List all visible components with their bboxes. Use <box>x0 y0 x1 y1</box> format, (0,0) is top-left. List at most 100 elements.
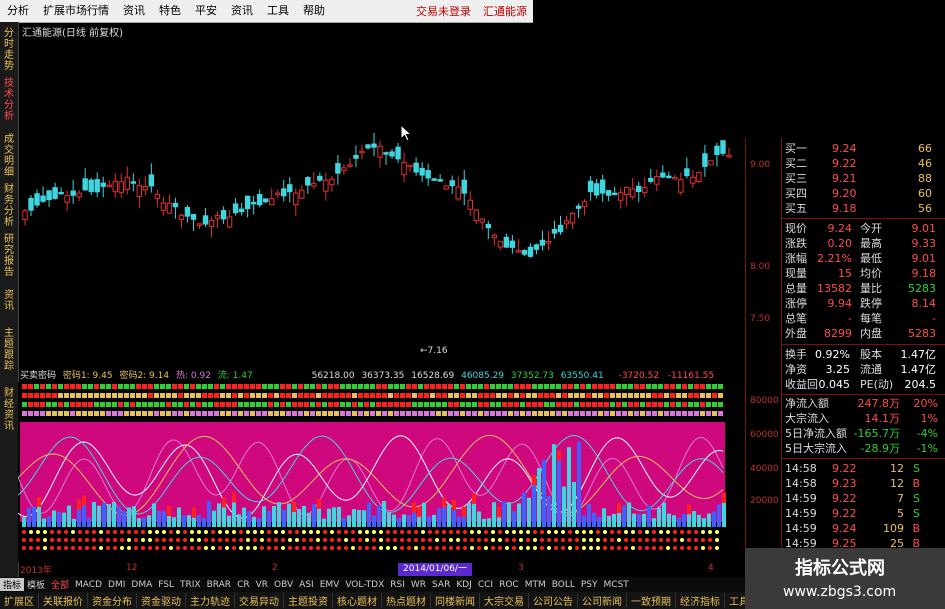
menu-features[interactable]: 特色 <box>152 0 188 22</box>
signal-dot <box>617 546 621 550</box>
side-tab-research[interactable]: 研究报告 <box>2 234 16 278</box>
side-tab-finance-news[interactable]: 财经资讯 <box>2 388 16 432</box>
signal-cell <box>598 393 603 398</box>
bottom-tab[interactable]: 大宗交易 <box>480 593 529 608</box>
indicator-tabs: 指标 模板 全部 MACD DMI DMA FSL TRIX BRAR CR VR OBV ASI EMV… <box>0 577 745 592</box>
side-tab-theme[interactable]: 主题跟踪 <box>2 328 16 372</box>
signal-cell <box>388 402 393 407</box>
signal-dot <box>435 530 439 534</box>
signal-cell <box>556 384 561 389</box>
indicator-chart[interactable] <box>18 382 745 562</box>
indicator-tab[interactable]: RSI <box>387 580 408 590</box>
signal-cell <box>550 402 555 407</box>
bottom-tab[interactable]: 交易异动 <box>235 593 284 608</box>
indicator-tab[interactable]: CR <box>234 580 253 590</box>
indicator-tab[interactable]: ROC <box>496 580 522 590</box>
indicator-tab[interactable]: ASI <box>296 580 317 590</box>
indicator-tab[interactable]: BRAR <box>204 580 234 590</box>
signal-dot <box>113 530 117 534</box>
volume-bar <box>682 514 686 527</box>
indicator-tab[interactable]: 模板 <box>24 578 48 591</box>
indicator-tab[interactable]: TRIX <box>177 580 204 590</box>
signal-cell <box>646 411 651 416</box>
indicator-tab[interactable]: WR <box>408 580 429 590</box>
indicator-tab[interactable]: MACD <box>72 580 105 590</box>
indicator-tab[interactable]: VR <box>253 580 271 590</box>
indicator-tab[interactable]: EMV <box>317 580 343 590</box>
signal-cell <box>718 411 723 416</box>
bottom-tab[interactable]: 公司公告 <box>529 593 578 608</box>
trade-login-status[interactable]: 交易未登录 <box>410 3 477 19</box>
indicator-tab[interactable]: MCST <box>601 580 632 590</box>
menu-news[interactable]: 资讯 <box>116 0 152 22</box>
menu-extended-market[interactable]: 扩展市场行情 <box>36 0 116 22</box>
volume-bar-red <box>292 501 296 512</box>
menu-tools[interactable]: 工具 <box>260 0 296 22</box>
fund-value-2: 1.47亿 <box>900 363 937 376</box>
signal-dot <box>127 530 131 534</box>
side-tab-intraday[interactable]: 分时走势 <box>2 28 16 72</box>
indicator-tab[interactable]: 全部 <box>48 578 72 591</box>
signal-dot <box>365 546 369 550</box>
signal-cell <box>130 411 135 416</box>
signal-cell <box>436 393 441 398</box>
indicator-tab[interactable]: MTM <box>522 580 549 590</box>
menu-help[interactable]: 帮助 <box>296 0 332 22</box>
bottom-tab[interactable]: 主力轨迹 <box>186 593 235 608</box>
signal-cell <box>706 384 711 389</box>
indicator-val-4: 37352.73 <box>510 371 554 381</box>
side-tab-news[interactable]: 资讯 <box>2 290 16 312</box>
signal-dot <box>190 546 194 550</box>
broker-name[interactable]: 汇通能源 <box>477 3 533 19</box>
bottom-tab[interactable]: 核心题材 <box>333 593 382 608</box>
bottom-tab[interactable]: 扩展区 <box>0 593 39 608</box>
signal-cell <box>586 393 591 398</box>
bottom-tab[interactable]: 一致预期 <box>627 593 676 608</box>
indicator-tab[interactable]: PSY <box>578 580 601 590</box>
bottom-tab[interactable]: 公司新闻 <box>578 593 627 608</box>
signal-dot <box>29 538 33 542</box>
indicator-tab[interactable]: DMI <box>105 580 128 590</box>
menu-info[interactable]: 资讯 <box>224 0 260 22</box>
indicator-tab[interactable]: VOL-TDX <box>342 580 387 590</box>
signal-cell <box>184 402 189 407</box>
flow-value: 14.1万 <box>864 412 901 425</box>
indicator-tab[interactable]: BOLL <box>549 580 578 590</box>
indicator-tab[interactable]: 指标 <box>0 578 25 591</box>
signal-cell <box>694 402 699 407</box>
candle-body <box>70 190 76 196</box>
side-tab-trades[interactable]: 成交明细 <box>2 134 16 178</box>
signal-cell <box>448 411 453 416</box>
indicator-tab[interactable]: SAR <box>429 580 453 590</box>
signal-cell <box>58 402 63 407</box>
bottom-tab[interactable]: 资金驱动 <box>137 593 186 608</box>
bottom-tab[interactable]: 同楼新闻 <box>431 593 480 608</box>
bottom-tab[interactable]: 热点题材 <box>382 593 431 608</box>
bottom-tab[interactable]: 主题投资 <box>284 593 333 608</box>
signal-cell <box>316 393 321 398</box>
menu-analysis[interactable]: 分析 <box>0 0 36 22</box>
volume-bar <box>337 506 341 527</box>
bottom-tab[interactable]: 工具 <box>725 593 745 608</box>
fund-value-2: 204.5 <box>904 378 937 391</box>
side-tab-technical[interactable]: 技术分析 <box>2 78 16 122</box>
indicator-tab[interactable]: KDJ <box>453 580 475 590</box>
indicator-tab[interactable]: CCI <box>475 580 496 590</box>
bottom-tab[interactable]: 经济指标 <box>676 593 725 608</box>
volume-bar-red <box>452 499 456 510</box>
indicator-tab[interactable]: OBV <box>271 580 296 590</box>
menu-pingan[interactable]: 平安 <box>188 0 224 22</box>
signal-cell <box>250 411 255 416</box>
bottom-tab[interactable]: 关联报价 <box>39 593 88 608</box>
bottom-tab[interactable]: 资金分布 <box>88 593 137 608</box>
side-tab-finance[interactable]: 财务分析 <box>2 184 16 228</box>
volume-bar <box>612 513 616 527</box>
indicator-tab[interactable]: DMA <box>128 580 155 590</box>
indicator-tab[interactable]: FSL <box>155 580 177 590</box>
signal-cell <box>244 402 249 407</box>
signal-cell <box>586 402 591 407</box>
stat-value: - <box>848 312 852 325</box>
signal-dot <box>50 538 54 542</box>
candle-body <box>28 197 34 211</box>
signal-cell <box>46 384 51 389</box>
